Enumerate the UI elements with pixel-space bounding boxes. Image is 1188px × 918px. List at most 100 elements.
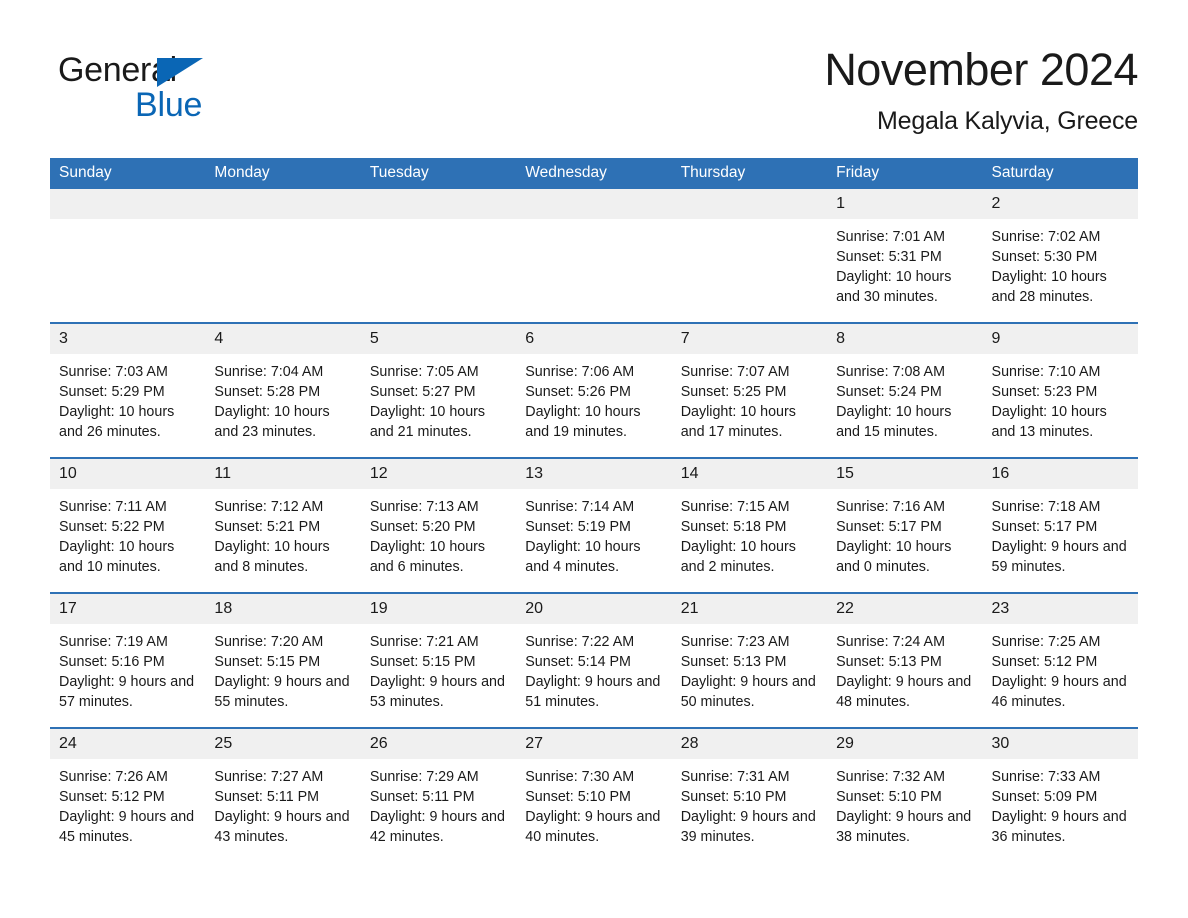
day-cell[interactable]: 11 Sunrise: 7:12 AM Sunset: 5:21 PM Dayl… (205, 457, 361, 593)
daylight-text: Daylight: 10 hours and 10 minutes. (59, 539, 175, 575)
day-cell[interactable]: 30 Sunrise: 7:33 AM Sunset: 5:09 PM Dayl… (982, 727, 1138, 862)
day-cell[interactable]: 5 Sunrise: 7:05 AM Sunset: 5:27 PM Dayli… (360, 322, 517, 458)
sunrise-text: Sunrise: 7:02 AM (991, 229, 1101, 245)
day-number (671, 189, 828, 219)
day-cell[interactable] (671, 189, 828, 323)
day-number: 18 (205, 594, 361, 624)
day-number: 22 (827, 594, 983, 624)
day-details: Sunrise: 7:05 AM Sunset: 5:27 PM Dayligh… (361, 354, 516, 442)
day-number: 9 (982, 324, 1138, 354)
sunset-text: Sunset: 5:17 PM (991, 519, 1098, 535)
day-cell[interactable]: 10 Sunrise: 7:11 AM Sunset: 5:22 PM Dayl… (50, 457, 206, 593)
sunset-text: Sunset: 5:18 PM (680, 519, 787, 535)
day-cell[interactable]: 19 Sunrise: 7:21 AM Sunset: 5:15 PM Dayl… (360, 592, 517, 728)
day-number: 21 (671, 594, 828, 624)
daylight-text: Daylight: 10 hours and 2 minutes. (680, 539, 796, 575)
day-number: 29 (827, 729, 983, 759)
daylight-text: Daylight: 10 hours and 30 minutes. (836, 269, 952, 305)
day-cell[interactable]: 9 Sunrise: 7:10 AM Sunset: 5:23 PM Dayli… (982, 322, 1138, 458)
generalblue-logo[interactable]: General Blue (58, 50, 358, 142)
day-cell[interactable]: 21 Sunrise: 7:23 AM Sunset: 5:13 PM Dayl… (671, 592, 828, 728)
day-cell[interactable]: 24 Sunrise: 7:26 AM Sunset: 5:12 PM Dayl… (50, 727, 206, 862)
day-details: Sunrise: 7:30 AM Sunset: 5:10 PM Dayligh… (516, 759, 671, 847)
sunrise-sunset-calendar: Sunday Monday Tuesday Wednesday Thursday… (50, 158, 1138, 862)
day-details: Sunrise: 7:08 AM Sunset: 5:24 PM Dayligh… (827, 354, 982, 442)
day-details: Sunrise: 7:06 AM Sunset: 5:26 PM Dayligh… (516, 354, 671, 442)
sunset-text: Sunset: 5:31 PM (836, 249, 942, 265)
daylight-text: Daylight: 9 hours and 39 minutes. (680, 809, 816, 845)
day-cell[interactable]: 22 Sunrise: 7:24 AM Sunset: 5:13 PM Dayl… (827, 592, 983, 728)
daylight-text: Daylight: 9 hours and 46 minutes. (991, 674, 1127, 710)
day-cell[interactable]: 3 Sunrise: 7:03 AM Sunset: 5:29 PM Dayli… (50, 322, 206, 458)
sunrise-text: Sunrise: 7:07 AM (680, 364, 790, 380)
sunrise-text: Sunrise: 7:05 AM (369, 364, 479, 380)
sunset-text: Sunset: 5:30 PM (991, 249, 1098, 265)
day-details: Sunrise: 7:10 AM Sunset: 5:23 PM Dayligh… (983, 354, 1138, 442)
day-details (361, 219, 516, 227)
day-details: Sunrise: 7:12 AM Sunset: 5:21 PM Dayligh… (205, 489, 360, 577)
day-cell[interactable]: 18 Sunrise: 7:20 AM Sunset: 5:15 PM Dayl… (205, 592, 361, 728)
day-cell[interactable] (516, 189, 672, 323)
day-cell[interactable]: 27 Sunrise: 7:30 AM Sunset: 5:10 PM Dayl… (516, 727, 672, 862)
day-cell[interactable]: 4 Sunrise: 7:04 AM Sunset: 5:28 PM Dayli… (205, 322, 361, 458)
daylight-text: Daylight: 10 hours and 4 minutes. (525, 539, 641, 575)
calendar-week-row: 10 Sunrise: 7:11 AM Sunset: 5:22 PM Dayl… (50, 457, 1138, 593)
sunset-text: Sunset: 5:29 PM (59, 384, 165, 400)
sunset-text: Sunset: 5:27 PM (369, 384, 476, 400)
day-cell[interactable]: 6 Sunrise: 7:06 AM Sunset: 5:26 PM Dayli… (516, 322, 672, 458)
day-cell[interactable]: 1 Sunrise: 7:01 AM Sunset: 5:31 PM Dayli… (827, 189, 983, 323)
daylight-text: Daylight: 10 hours and 8 minutes. (214, 539, 330, 575)
day-cell[interactable]: 29 Sunrise: 7:32 AM Sunset: 5:10 PM Dayl… (827, 727, 983, 862)
day-cell[interactable]: 28 Sunrise: 7:31 AM Sunset: 5:10 PM Dayl… (671, 727, 828, 862)
day-number: 14 (671, 459, 828, 489)
calendar-header-row: Sunday Monday Tuesday Wednesday Thursday… (50, 158, 1138, 189)
day-number: 24 (50, 729, 206, 759)
sunset-text: Sunset: 5:14 PM (525, 654, 631, 670)
day-cell[interactable]: 16 Sunrise: 7:18 AM Sunset: 5:17 PM Dayl… (982, 457, 1138, 593)
sunset-text: Sunset: 5:16 PM (59, 654, 165, 670)
day-cell[interactable]: 15 Sunrise: 7:16 AM Sunset: 5:17 PM Dayl… (827, 457, 983, 593)
day-cell[interactable] (360, 189, 517, 323)
day-cell[interactable]: 2 Sunrise: 7:02 AM Sunset: 5:30 PM Dayli… (982, 189, 1138, 323)
sunrise-text: Sunrise: 7:30 AM (525, 769, 635, 785)
day-details: Sunrise: 7:31 AM Sunset: 5:10 PM Dayligh… (672, 759, 827, 847)
sunrise-text: Sunrise: 7:15 AM (680, 499, 790, 515)
sunrise-text: Sunrise: 7:08 AM (836, 364, 945, 380)
day-details: Sunrise: 7:02 AM Sunset: 5:30 PM Dayligh… (983, 219, 1138, 307)
sunrise-text: Sunrise: 7:14 AM (525, 499, 635, 515)
day-cell[interactable]: 7 Sunrise: 7:07 AM Sunset: 5:25 PM Dayli… (671, 322, 828, 458)
day-number (50, 189, 206, 219)
day-cell[interactable]: 20 Sunrise: 7:22 AM Sunset: 5:14 PM Dayl… (516, 592, 672, 728)
day-number: 19 (360, 594, 517, 624)
day-details: Sunrise: 7:26 AM Sunset: 5:12 PM Dayligh… (50, 759, 205, 847)
sunset-text: Sunset: 5:11 PM (214, 789, 320, 805)
sunrise-text: Sunrise: 7:01 AM (836, 229, 945, 245)
sunset-text: Sunset: 5:25 PM (680, 384, 787, 400)
day-cell[interactable] (50, 189, 206, 323)
sunset-text: Sunset: 5:15 PM (369, 654, 476, 670)
day-cell[interactable]: 12 Sunrise: 7:13 AM Sunset: 5:20 PM Dayl… (360, 457, 517, 593)
day-cell[interactable]: 14 Sunrise: 7:15 AM Sunset: 5:18 PM Dayl… (671, 457, 828, 593)
day-cell[interactable]: 13 Sunrise: 7:14 AM Sunset: 5:19 PM Dayl… (516, 457, 672, 593)
day-cell[interactable]: 23 Sunrise: 7:25 AM Sunset: 5:12 PM Dayl… (982, 592, 1138, 728)
day-cell[interactable]: 17 Sunrise: 7:19 AM Sunset: 5:16 PM Dayl… (50, 592, 206, 728)
page-subtitle: Megala Kalyvia, Greece (876, 107, 1138, 135)
sunrise-text: Sunrise: 7:29 AM (369, 769, 479, 785)
sunset-text: Sunset: 5:17 PM (836, 519, 942, 535)
day-cell[interactable] (205, 189, 361, 323)
day-details: Sunrise: 7:22 AM Sunset: 5:14 PM Dayligh… (516, 624, 671, 712)
day-cell[interactable]: 8 Sunrise: 7:08 AM Sunset: 5:24 PM Dayli… (827, 322, 983, 458)
day-details: Sunrise: 7:14 AM Sunset: 5:19 PM Dayligh… (516, 489, 671, 577)
sunrise-text: Sunrise: 7:22 AM (525, 634, 635, 650)
title-block: November 2024 Megala Kalyvia, Greece (438, 42, 1138, 138)
day-number: 23 (982, 594, 1138, 624)
daylight-text: Daylight: 9 hours and 50 minutes. (680, 674, 816, 710)
sunrise-text: Sunrise: 7:11 AM (59, 499, 167, 515)
sunrise-text: Sunrise: 7:24 AM (836, 634, 945, 650)
daylight-text: Daylight: 10 hours and 28 minutes. (991, 269, 1107, 305)
sunset-text: Sunset: 5:11 PM (369, 789, 475, 805)
day-cell[interactable]: 25 Sunrise: 7:27 AM Sunset: 5:11 PM Dayl… (205, 727, 361, 862)
day-cell[interactable]: 26 Sunrise: 7:29 AM Sunset: 5:11 PM Dayl… (360, 727, 517, 862)
day-number: 4 (205, 324, 361, 354)
sunset-text: Sunset: 5:10 PM (836, 789, 942, 805)
